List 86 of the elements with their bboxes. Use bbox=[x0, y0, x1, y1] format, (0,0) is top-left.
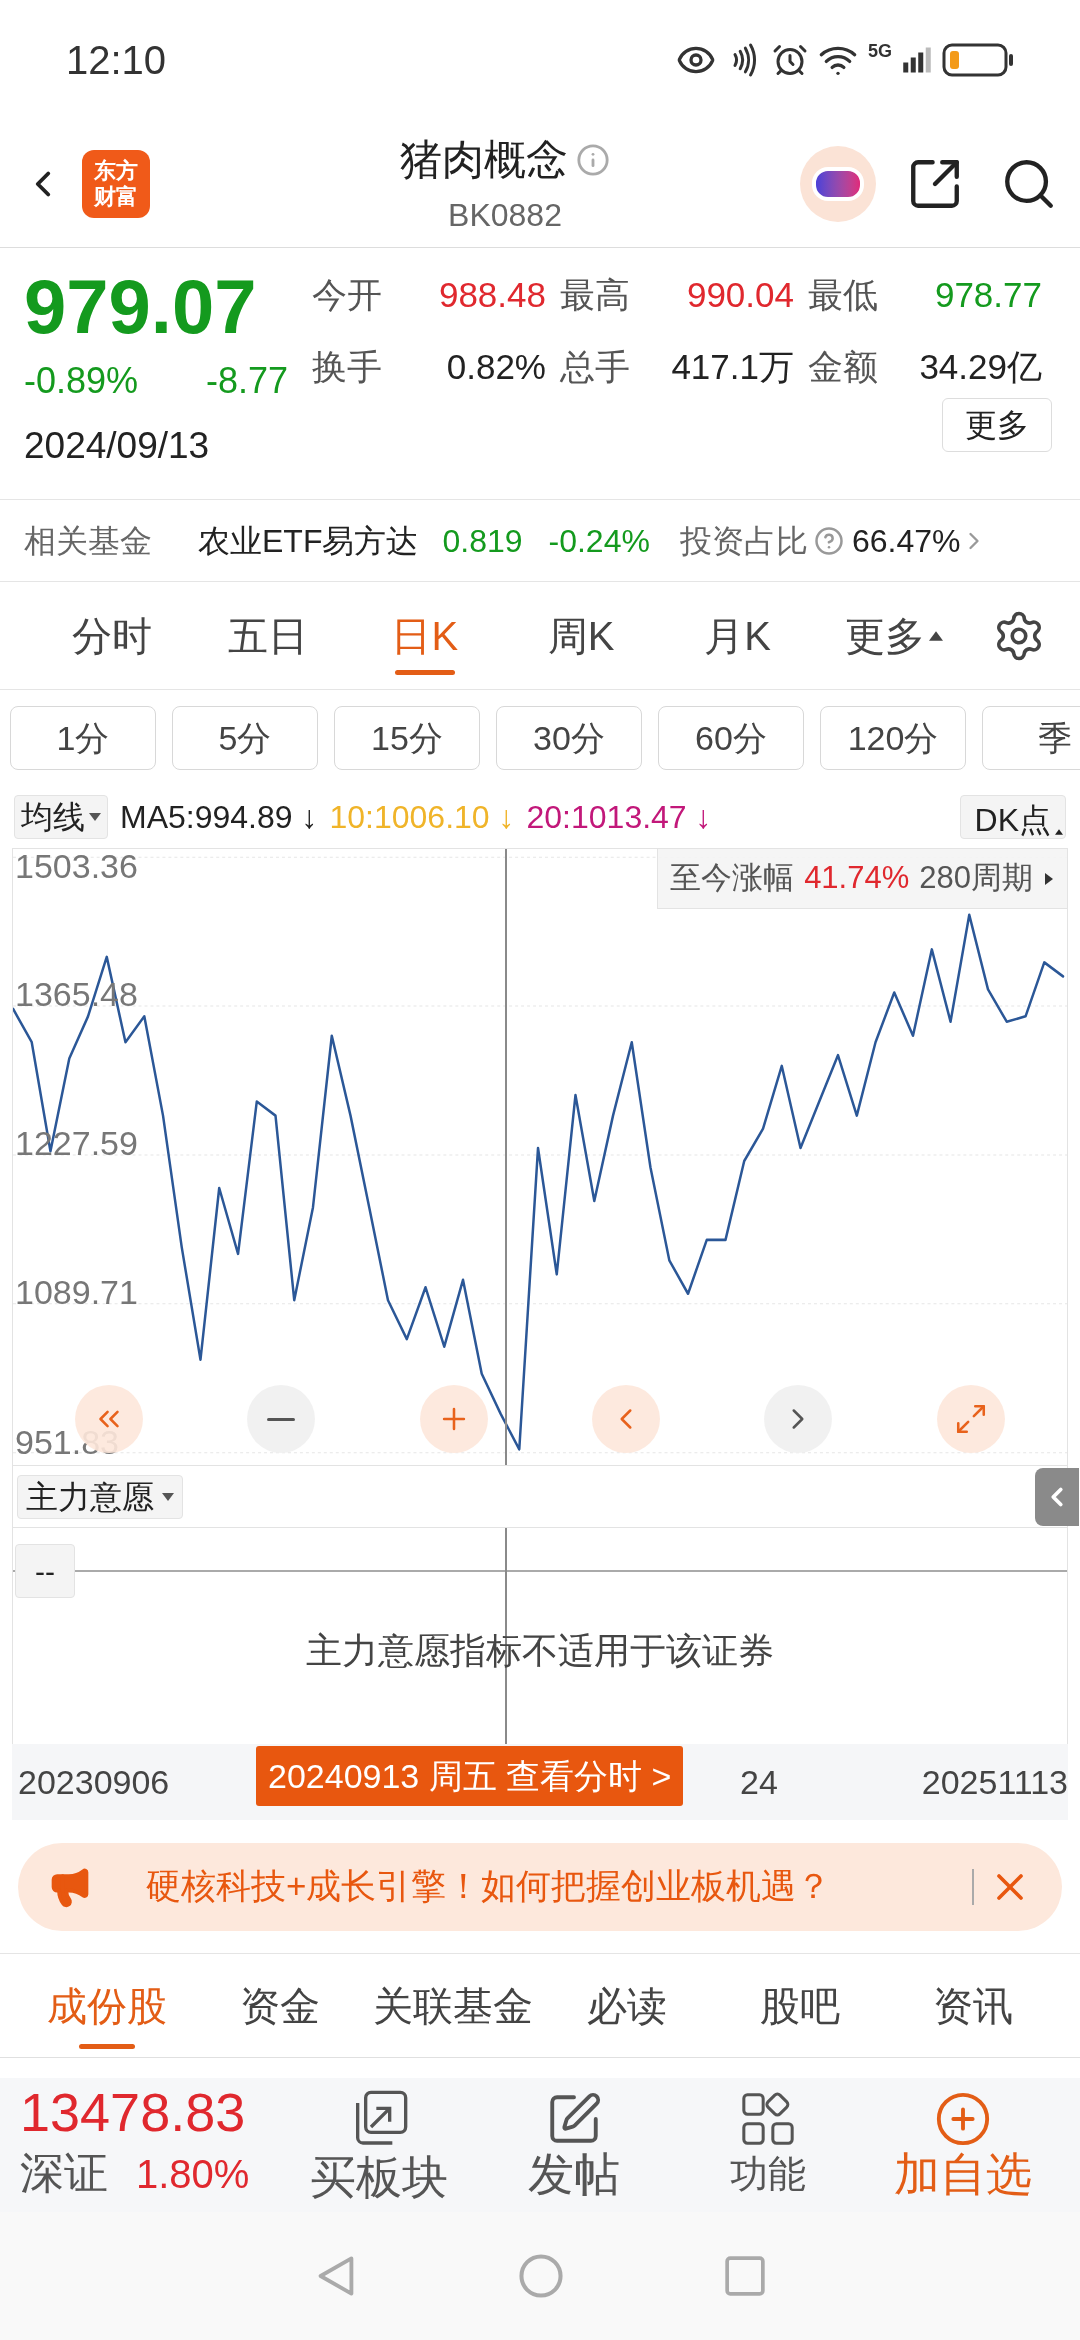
interval-chip[interactable]: 1分 bbox=[10, 706, 156, 770]
content-tab[interactable]: 股吧 bbox=[713, 1954, 887, 2057]
ma-value: 10:1006.10 ↓ bbox=[329, 798, 515, 837]
stat-value: 990.04 bbox=[686, 273, 794, 316]
fund-price: 0.819 bbox=[442, 521, 523, 561]
quote-date: 2024/09/13 bbox=[24, 424, 211, 468]
period-tab[interactable]: 更多 bbox=[815, 582, 972, 689]
toolbar-action[interactable]: 功能 bbox=[671, 2090, 866, 2200]
content-tab[interactable]: 成份股 bbox=[20, 1954, 194, 2057]
home-nav-icon[interactable] bbox=[518, 2253, 564, 2299]
stat-value: 34.29亿 bbox=[919, 345, 1042, 388]
stat-label: 今开 bbox=[312, 273, 382, 316]
fund-section-label: 相关基金 bbox=[24, 521, 152, 561]
ma-value: 20:1013.47 ↓ bbox=[526, 798, 712, 837]
network-label: 5G bbox=[868, 42, 892, 60]
fund-change: -0.24% bbox=[548, 521, 650, 561]
ratio-label: 投资占比 bbox=[679, 521, 808, 561]
stat-value: 0.82% bbox=[446, 345, 546, 388]
ma-value: MA5:994.89 ↓ bbox=[120, 798, 318, 837]
caret-right-icon bbox=[1043, 871, 1055, 886]
ratio-value: 66.47% bbox=[851, 521, 961, 561]
collapse-tab[interactable] bbox=[1035, 1468, 1079, 1526]
period-tab[interactable]: 五日 bbox=[190, 582, 347, 689]
range-gain-panel[interactable]: 至今涨幅 41.74% 280周期 bbox=[657, 849, 1067, 909]
stat-label: 金额 bbox=[808, 345, 878, 388]
gain-label: 至今涨幅 bbox=[670, 859, 795, 898]
axis-label: 1503.36 bbox=[15, 849, 138, 883]
period-tab[interactable]: 日K bbox=[346, 582, 503, 689]
index-ticker[interactable]: 13478.83 深证 1.80% bbox=[20, 2084, 282, 2206]
indicator-selector[interactable]: 主力意愿 bbox=[17, 1474, 183, 1519]
more-button[interactable]: 更多 bbox=[942, 398, 1052, 452]
period-count: 280周期 bbox=[919, 859, 1033, 898]
caret-down-icon bbox=[162, 1490, 174, 1503]
minus-icon bbox=[267, 1417, 296, 1421]
content-tab[interactable]: 必读 bbox=[540, 1954, 714, 2057]
stat-label: 最高 bbox=[560, 273, 630, 316]
dk-button[interactable]: DK点 bbox=[959, 795, 1066, 839]
stat-value: 978.77 bbox=[934, 273, 1042, 316]
interval-chip[interactable]: 5分 bbox=[172, 706, 318, 770]
indicator-value: -- bbox=[15, 1544, 75, 1598]
interval-chip[interactable]: 季 bbox=[982, 706, 1080, 770]
recents-nav-icon[interactable] bbox=[724, 2255, 766, 2297]
index-value: 13478.83 bbox=[20, 2084, 247, 2140]
axis-label: 1089.71 bbox=[15, 1275, 138, 1310]
last-price: 979.07 bbox=[24, 264, 258, 350]
period-tab[interactable]: 周K bbox=[503, 582, 660, 689]
chart-control-button[interactable] bbox=[419, 1385, 488, 1453]
interval-chip[interactable]: 60分 bbox=[658, 706, 804, 770]
info-icon[interactable] bbox=[576, 142, 610, 177]
toolbar-action[interactable]: 发帖 bbox=[476, 2090, 671, 2200]
help-icon[interactable] bbox=[813, 525, 844, 556]
stat-label: 最低 bbox=[808, 273, 878, 316]
interval-chip[interactable]: 120分 bbox=[820, 706, 966, 770]
cursor-date-button[interactable]: 20240913 周五 查看分时 > bbox=[256, 1746, 684, 1806]
corner-icon bbox=[1055, 828, 1063, 836]
caret-down-icon bbox=[89, 811, 101, 823]
axis-date: 24 bbox=[740, 1761, 778, 1803]
alarm-icon bbox=[772, 42, 808, 78]
content-tab[interactable]: 关联基金 bbox=[366, 1954, 540, 2057]
ma-selector[interactable]: 均线 bbox=[14, 795, 108, 839]
period-tab[interactable]: 分时 bbox=[34, 582, 191, 689]
banner-text: 硬核科技+成长引擎！如何把握创业板机遇？ bbox=[146, 1865, 832, 1908]
axis-date: 20251113 bbox=[921, 1761, 1068, 1803]
stat-value: 988.48 bbox=[438, 273, 546, 316]
index-name: 深证 bbox=[20, 2147, 108, 2199]
change-percent: -0.89% bbox=[24, 359, 139, 403]
stat-label: 总手 bbox=[560, 345, 630, 388]
change-amount: -8.77 bbox=[205, 359, 288, 403]
board-code: BK0882 bbox=[448, 196, 562, 235]
app-logo: 东方 财富 bbox=[82, 149, 150, 218]
period-tab[interactable]: 月K bbox=[659, 582, 816, 689]
content-tab[interactable]: 资讯 bbox=[886, 1954, 1060, 2057]
gain-value: 41.74% bbox=[804, 859, 910, 898]
axis-label: 951.83 bbox=[15, 1424, 119, 1459]
content-tab[interactable]: 资金 bbox=[193, 1954, 367, 2057]
index-change: 1.80% bbox=[136, 2151, 250, 2198]
page-title: 猪肉概念 bbox=[400, 135, 568, 185]
axis-date: 20230906 bbox=[18, 1761, 170, 1803]
interval-chip[interactable]: 30分 bbox=[496, 706, 642, 770]
status-time: 12:10 bbox=[66, 37, 167, 84]
battery-icon bbox=[942, 42, 1014, 78]
interval-chip[interactable]: 15分 bbox=[334, 706, 480, 770]
stat-value: 417.1万 bbox=[671, 345, 794, 388]
fund-name[interactable]: 农业ETF易方达 bbox=[198, 516, 419, 565]
stat-label: 换手 bbox=[312, 345, 382, 388]
toolbar-action[interactable]: 买板块 bbox=[282, 2087, 477, 2203]
